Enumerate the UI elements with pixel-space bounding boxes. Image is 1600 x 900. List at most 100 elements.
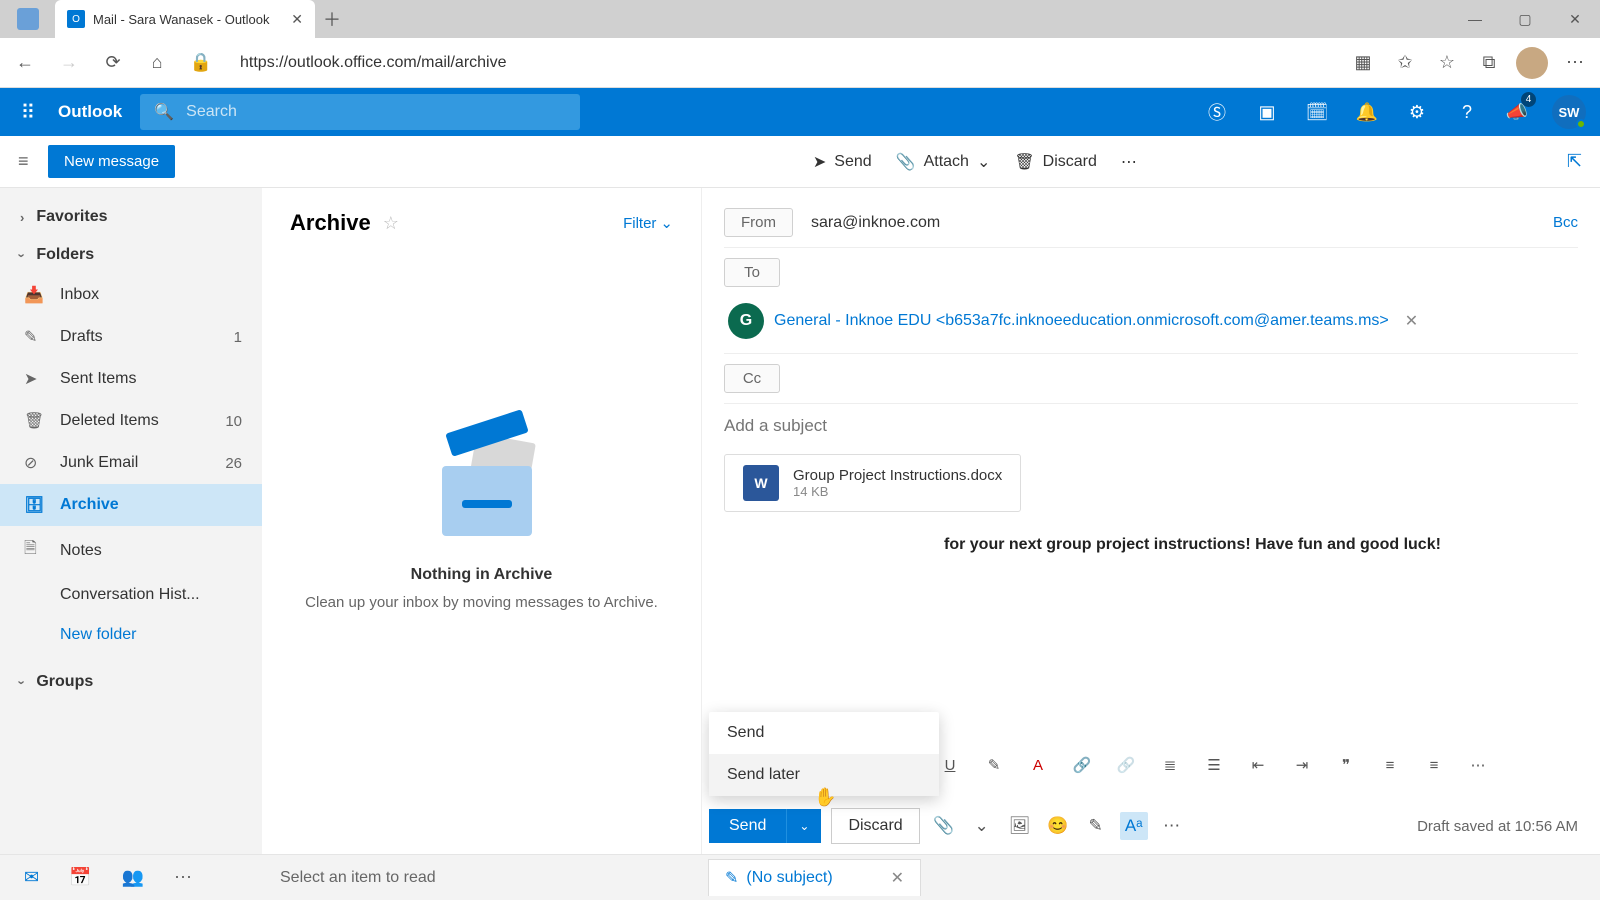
home-button[interactable]: ⌂ xyxy=(142,48,172,78)
close-compose-tab-icon[interactable]: ✕ xyxy=(891,868,904,888)
folders-section[interactable]: ›Folders xyxy=(0,236,262,274)
browser-tab-active[interactable]: O Mail - Sara Wanasek - Outlook ✕ xyxy=(55,0,315,38)
user-avatar[interactable]: SW xyxy=(1552,95,1586,129)
filter-button[interactable]: Filter⌄ xyxy=(623,214,673,232)
attach-icon: 📎 xyxy=(896,152,916,172)
junk-icon: ⊘ xyxy=(24,453,44,473)
font-color-button[interactable]: A xyxy=(1027,757,1049,774)
quote-button[interactable]: ❞ xyxy=(1335,756,1357,774)
groups-section[interactable]: ›Groups xyxy=(0,663,262,701)
folder-conversation-history[interactable]: Conversation Hist... xyxy=(0,575,262,615)
folder-drafts[interactable]: ✎Drafts1 xyxy=(0,316,262,358)
outlook-plan-icon[interactable]: 🗓 xyxy=(1292,88,1342,136)
maximize-button[interactable]: ▢ xyxy=(1500,0,1550,38)
cursor-icon: ✋ xyxy=(814,787,836,808)
new-message-button[interactable]: New message xyxy=(48,145,175,178)
drafts-icon: ✎ xyxy=(24,327,44,347)
show-formatting-icon[interactable]: Aᵃ xyxy=(1120,812,1148,840)
attachment-chip[interactable]: W Group Project Instructions.docx 14 KB xyxy=(724,454,1021,512)
settings-icon[interactable]: ⚙ xyxy=(1392,88,1442,136)
announcements-icon[interactable]: 📣4 xyxy=(1492,88,1542,136)
empty-state: Nothing in Archive Clean up your inbox b… xyxy=(262,246,701,613)
minimize-button[interactable]: — xyxy=(1450,0,1500,38)
message-body[interactable]: for your next group project instructions… xyxy=(724,512,1578,554)
favorite-icon[interactable]: ✩ xyxy=(1390,48,1420,78)
attach-action[interactable]: 📎Attach⌄ xyxy=(896,152,991,172)
browser-chrome: O Mail - Sara Wanasek - Outlook ✕ ＋ — ▢ … xyxy=(0,0,1600,88)
bcc-toggle[interactable]: Bcc xyxy=(1553,214,1578,231)
folder-notes[interactable]: 🗎Notes xyxy=(0,526,262,575)
from-label[interactable]: From xyxy=(724,208,793,237)
more-modules-icon[interactable]: ⋯ xyxy=(174,867,192,888)
discard-action[interactable]: 🗑Discard xyxy=(1014,152,1097,172)
remove-recipient-icon[interactable]: ✕ xyxy=(1405,311,1418,331)
unlink-button[interactable]: 🔗 xyxy=(1115,756,1137,774)
people-module-icon[interactable]: 👥 xyxy=(122,867,144,888)
to-label[interactable]: To xyxy=(724,258,780,287)
insert-picture-icon[interactable]: 🖼 xyxy=(1006,816,1034,836)
more-actions-icon[interactable]: ⋯ xyxy=(1121,152,1137,172)
folder-deleted[interactable]: 🗑Deleted Items10 xyxy=(0,400,262,442)
browser-menu-icon[interactable]: ⋯ xyxy=(1560,48,1590,78)
chevron-right-icon: › xyxy=(20,210,24,225)
skype-icon[interactable]: Ⓢ xyxy=(1192,88,1242,136)
trash-icon: 🗑 xyxy=(1014,152,1034,172)
new-folder-button[interactable]: New folder xyxy=(0,615,262,655)
new-tab-button[interactable]: ＋ xyxy=(315,2,349,36)
browser-profile-avatar[interactable] xyxy=(1516,47,1548,79)
align-center-button[interactable]: ≡ xyxy=(1423,757,1445,774)
outdent-button[interactable]: ⇤ xyxy=(1247,756,1269,774)
mail-module-icon[interactable]: ✉ xyxy=(24,867,39,888)
link-button[interactable]: 🔗 xyxy=(1071,756,1093,774)
compose-tab[interactable]: ✎ (No subject) ✕ xyxy=(708,859,921,896)
folder-junk[interactable]: ⊘Junk Email26 xyxy=(0,442,262,484)
calendar-module-icon[interactable]: 📅 xyxy=(69,867,91,888)
folder-sent[interactable]: ➤Sent Items xyxy=(0,358,262,400)
outlook-brand[interactable]: Outlook xyxy=(52,102,140,122)
send-icon: ➤ xyxy=(813,152,826,172)
app-launcher-icon[interactable]: ⠿ xyxy=(4,88,52,136)
folder-archive[interactable]: 🗄Archive xyxy=(0,484,262,526)
send-now-option[interactable]: Send xyxy=(709,712,939,754)
discard-button[interactable]: Discard xyxy=(831,808,919,844)
indent-button[interactable]: ⇥ xyxy=(1291,756,1313,774)
cc-label[interactable]: Cc xyxy=(724,364,780,393)
search-placeholder: Search xyxy=(186,103,237,121)
favorite-folder-icon[interactable]: ☆ xyxy=(383,213,399,234)
bulleted-list-button[interactable]: ≣ xyxy=(1159,756,1181,774)
subject-input[interactable] xyxy=(724,404,1578,448)
align-left-button[interactable]: ≡ xyxy=(1379,757,1401,774)
favorites-bar-icon[interactable]: ☆ xyxy=(1432,48,1462,78)
favorites-section[interactable]: ›Favorites xyxy=(0,198,262,236)
send-action[interactable]: ➤Send xyxy=(813,152,872,172)
back-button[interactable]: ← xyxy=(10,48,40,78)
close-tab-icon[interactable]: ✕ xyxy=(291,11,303,28)
send-options-chevron[interactable]: ⌄ xyxy=(786,809,821,843)
nav-toggle-icon[interactable]: ≡ xyxy=(18,151,48,172)
teams-icon[interactable]: ▣ xyxy=(1242,88,1292,136)
popout-icon[interactable]: ⇱ xyxy=(1567,151,1582,172)
notifications-icon[interactable]: 🔔 xyxy=(1342,88,1392,136)
collections-icon[interactable]: ⧉ xyxy=(1474,48,1504,78)
recipient-chip[interactable]: G General - Inknoe EDU <b653a7fc.inknoee… xyxy=(724,299,1426,343)
archive-icon: 🗄 xyxy=(24,495,44,515)
emoji-icon[interactable]: 😊 xyxy=(1044,816,1072,836)
underline-button[interactable]: U xyxy=(939,757,961,774)
signature-icon[interactable]: ✎ xyxy=(1082,816,1110,836)
folder-inbox[interactable]: 📥Inbox xyxy=(0,274,262,316)
close-window-button[interactable]: ✕ xyxy=(1550,0,1600,38)
more-format-icon[interactable]: ⋯ xyxy=(1467,756,1489,774)
send-button[interactable]: Send xyxy=(709,809,786,843)
help-icon[interactable]: ? xyxy=(1442,88,1492,136)
refresh-button[interactable]: ⟳ xyxy=(98,48,128,78)
attach-inline-icon[interactable]: 📎 xyxy=(930,816,958,836)
highlight-button[interactable]: ✎ xyxy=(983,756,1005,774)
profile-tab-icon[interactable] xyxy=(17,8,39,30)
url-input[interactable] xyxy=(230,45,1334,81)
extensions-icon[interactable]: ▦ xyxy=(1348,48,1378,78)
search-input[interactable]: 🔍 Search xyxy=(140,94,580,130)
attach-dropdown-icon[interactable]: ⌄ xyxy=(968,816,996,836)
site-info-icon[interactable]: 🔒 xyxy=(186,48,216,78)
numbered-list-button[interactable]: ☰ xyxy=(1203,756,1225,774)
more-compose-icon[interactable]: ⋯ xyxy=(1158,816,1186,836)
